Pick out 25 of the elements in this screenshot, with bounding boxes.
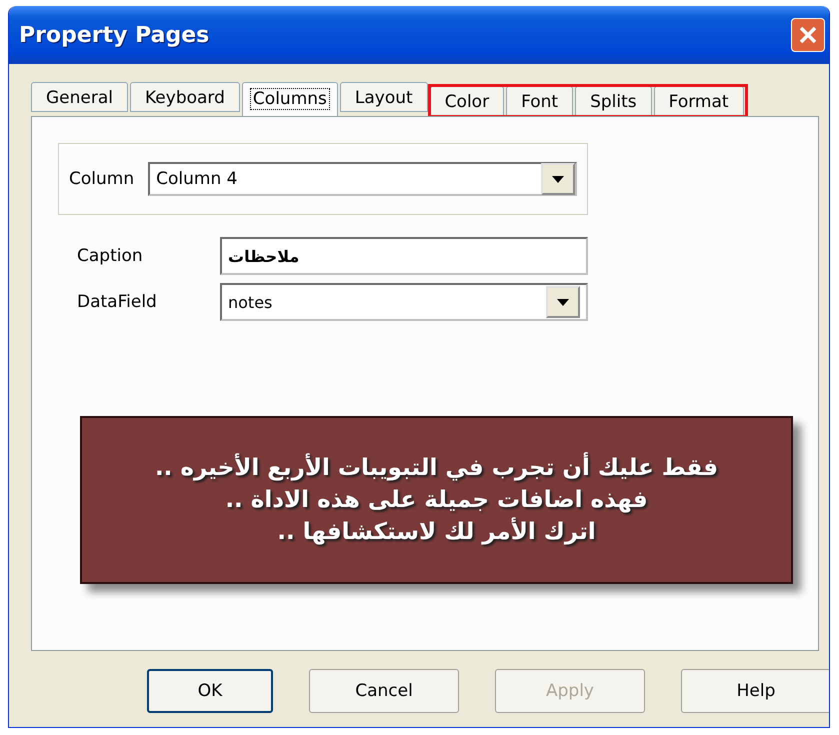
caption-input[interactable]: ملاحظات — [220, 237, 588, 275]
dialog-button[interactable]: Help — [681, 669, 829, 713]
tab[interactable]: Color — [430, 86, 504, 116]
field-label: DataField — [77, 292, 158, 312]
callout-text: فهذه اضافات جميلة على هذه الاداة .. — [225, 486, 648, 515]
tab[interactable]: Font — [506, 86, 574, 116]
tab[interactable]: Keyboard — [130, 82, 240, 112]
dialog-button[interactable]: Cancel — [309, 669, 459, 713]
callout-text: فقط عليك أن تجرب في التبويبات الأربع الأخيره .. — [154, 452, 718, 484]
dialog-button[interactable]: OK — [147, 669, 273, 713]
datafield-dropdown[interactable]: notes — [220, 283, 588, 321]
dropdown-arrow-icon — [557, 298, 569, 306]
tab[interactable]: Columns — [242, 82, 338, 116]
column-dropdown[interactable]: Column 4 — [148, 162, 577, 196]
tab[interactable]: General — [31, 82, 128, 112]
dropdown-arrow-icon — [552, 176, 564, 182]
close-icon — [798, 25, 818, 45]
field-label: Caption — [77, 246, 144, 266]
tab[interactable]: Splits — [575, 86, 652, 116]
field-label: Column — [69, 169, 134, 189]
window-title: Property Pages — [19, 22, 210, 48]
tab[interactable]: Format — [654, 86, 744, 116]
tab[interactable]: Layout — [340, 82, 428, 112]
close-button[interactable] — [791, 18, 825, 52]
callout-text: اترك الأمر لك لاستكشافها .. — [277, 516, 596, 548]
